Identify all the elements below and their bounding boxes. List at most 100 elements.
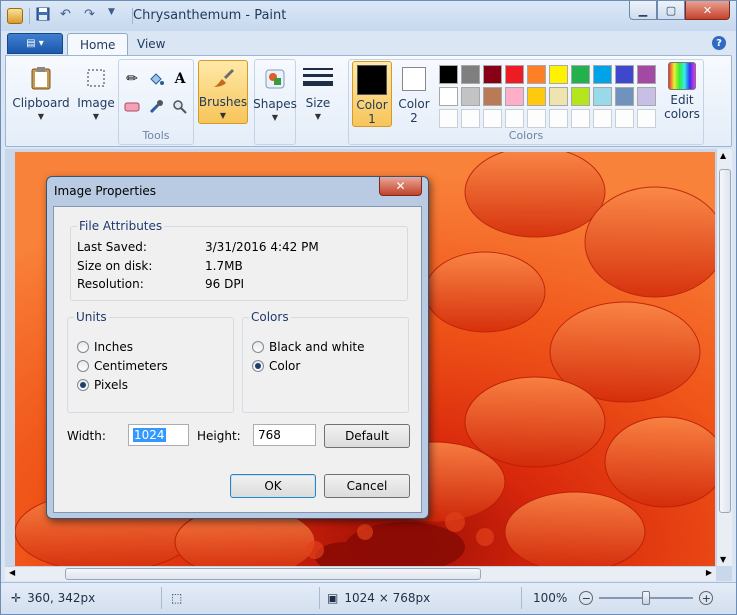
scroll-left-icon[interactable]: ◀: [9, 568, 15, 577]
radio-black-and-white[interactable]: Black and white: [252, 340, 365, 354]
palette-swatch[interactable]: [461, 65, 480, 84]
scroll-right-icon[interactable]: ▶: [706, 568, 712, 577]
horizontal-scroll-thumb[interactable]: [65, 568, 481, 580]
close-button[interactable]: ✕: [685, 1, 730, 20]
palette-swatch[interactable]: [593, 87, 612, 106]
width-label: Width:: [67, 429, 106, 443]
magnifier-icon[interactable]: [169, 96, 191, 118]
palette-swatch[interactable]: [439, 65, 458, 84]
vertical-scrollbar[interactable]: ▲ ▼: [716, 149, 732, 566]
palette-swatch[interactable]: [571, 87, 590, 106]
ribbon-tabs: ▤ ▾ Home View ?: [1, 31, 736, 55]
units-title: Units: [74, 310, 109, 324]
radio-inches[interactable]: Inches: [77, 340, 133, 354]
paint-app-icon[interactable]: [7, 8, 23, 24]
zoom-slider-thumb[interactable]: [642, 591, 651, 605]
minimize-button[interactable]: ▁: [629, 1, 657, 20]
zoom-out-icon[interactable]: −: [579, 591, 594, 605]
palette-swatch[interactable]: [615, 87, 634, 106]
palette-swatch[interactable]: [615, 65, 634, 84]
caption-buttons: ▁ ▢ ✕: [629, 1, 730, 20]
pencil-icon[interactable]: ✏: [121, 68, 143, 90]
color2-button[interactable]: Color 2: [394, 64, 434, 125]
maximize-button[interactable]: ▢: [657, 1, 685, 20]
zoom-controls: 100% − +: [533, 591, 714, 605]
width-input[interactable]: 1024: [128, 424, 189, 446]
zoom-in-icon[interactable]: +: [699, 591, 714, 605]
vertical-scroll-thumb[interactable]: [719, 169, 731, 513]
size-button[interactable]: Size ▼: [298, 63, 338, 124]
image-button[interactable]: Image ▼: [76, 63, 116, 124]
tab-home[interactable]: Home: [67, 33, 129, 55]
palette-swatch[interactable]: [483, 65, 502, 84]
text-tool-icon[interactable]: A: [169, 68, 191, 90]
custom-color-slot[interactable]: [571, 109, 590, 128]
color-spectrum-icon: [668, 62, 696, 90]
ok-button[interactable]: OK: [230, 474, 316, 498]
palette-swatch[interactable]: [505, 65, 524, 84]
clipboard-button[interactable]: Clipboard ▼: [12, 63, 70, 124]
customize-qat-chevron-icon[interactable]: ▼: [108, 7, 126, 25]
custom-color-slot[interactable]: [615, 109, 634, 128]
custom-color-slot[interactable]: [549, 109, 568, 128]
help-icon[interactable]: ?: [712, 36, 726, 50]
custom-color-slot[interactable]: [527, 109, 546, 128]
radio-centimeters[interactable]: Centimeters: [77, 359, 168, 373]
radio-inches-indicator: [77, 341, 89, 353]
fill-bucket-icon[interactable]: [145, 68, 167, 90]
cancel-button[interactable]: Cancel: [324, 474, 410, 498]
custom-color-slot[interactable]: [593, 109, 612, 128]
custom-color-slot[interactable]: [439, 109, 458, 128]
paint-menu-button[interactable]: ▤ ▾: [7, 33, 63, 54]
shapes-button[interactable]: Shapes ▼: [253, 64, 297, 125]
scroll-up-icon[interactable]: ▲: [720, 151, 726, 160]
redo-icon[interactable]: ↷: [84, 7, 102, 25]
custom-color-slot[interactable]: [461, 109, 480, 128]
palette-swatch[interactable]: [593, 65, 612, 84]
palette-swatch[interactable]: [549, 87, 568, 106]
palette-swatch[interactable]: [439, 87, 458, 106]
palette-swatch[interactable]: [571, 65, 590, 84]
chevron-down-icon: ▼: [219, 111, 227, 120]
clipboard-group: Clipboard ▼: [10, 59, 72, 145]
eraser-icon[interactable]: [121, 96, 143, 118]
clipboard-label: Clipboard: [12, 96, 70, 110]
palette-swatch[interactable]: [483, 87, 502, 106]
palette-swatch[interactable]: [527, 65, 546, 84]
palette-swatch[interactable]: [637, 87, 656, 106]
height-input[interactable]: 768: [253, 424, 316, 446]
chevron-down-icon: ▼: [37, 112, 45, 121]
dialog-close-button[interactable]: ✕: [379, 177, 422, 196]
color2-label-line2: 2: [410, 111, 418, 125]
palette-swatch[interactable]: [461, 87, 480, 106]
zoom-slider[interactable]: [599, 591, 694, 605]
custom-color-slot[interactable]: [505, 109, 524, 128]
color1-label-line1: Color: [356, 98, 388, 112]
shapes-label: Shapes: [253, 97, 297, 111]
chevron-down-icon: ▼: [314, 112, 322, 121]
palette-swatch[interactable]: [549, 65, 568, 84]
palette-swatch[interactable]: [637, 65, 656, 84]
palette-swatch[interactable]: [527, 87, 546, 106]
palette-swatch[interactable]: [505, 87, 524, 106]
image-size-value: 1024 × 768px: [344, 591, 431, 605]
custom-color-slot[interactable]: [637, 109, 656, 128]
color1-button[interactable]: Color 1: [352, 61, 392, 127]
image-size-icon: ▣: [327, 591, 339, 605]
image-size: ▣ 1024 × 768px: [327, 591, 430, 605]
scroll-down-icon[interactable]: ▼: [720, 555, 726, 564]
radio-pixels[interactable]: Pixels: [77, 378, 128, 392]
radio-centimeters-indicator: [77, 360, 89, 372]
color-picker-icon[interactable]: [145, 96, 167, 118]
horizontal-scrollbar[interactable]: ◀ ▶: [5, 566, 716, 581]
custom-color-slot[interactable]: [483, 109, 502, 128]
zoom-level: 100%: [533, 591, 568, 605]
edit-colors-button[interactable]: Edit colors: [658, 62, 706, 121]
tab-view[interactable]: View: [125, 33, 177, 55]
undo-icon[interactable]: ↶: [60, 7, 78, 25]
radio-centimeters-label: Centimeters: [94, 359, 168, 373]
default-button[interactable]: Default: [324, 424, 410, 448]
radio-color[interactable]: Color: [252, 359, 300, 373]
save-icon[interactable]: [36, 7, 54, 25]
brushes-button[interactable]: Brushes ▼: [198, 60, 248, 124]
